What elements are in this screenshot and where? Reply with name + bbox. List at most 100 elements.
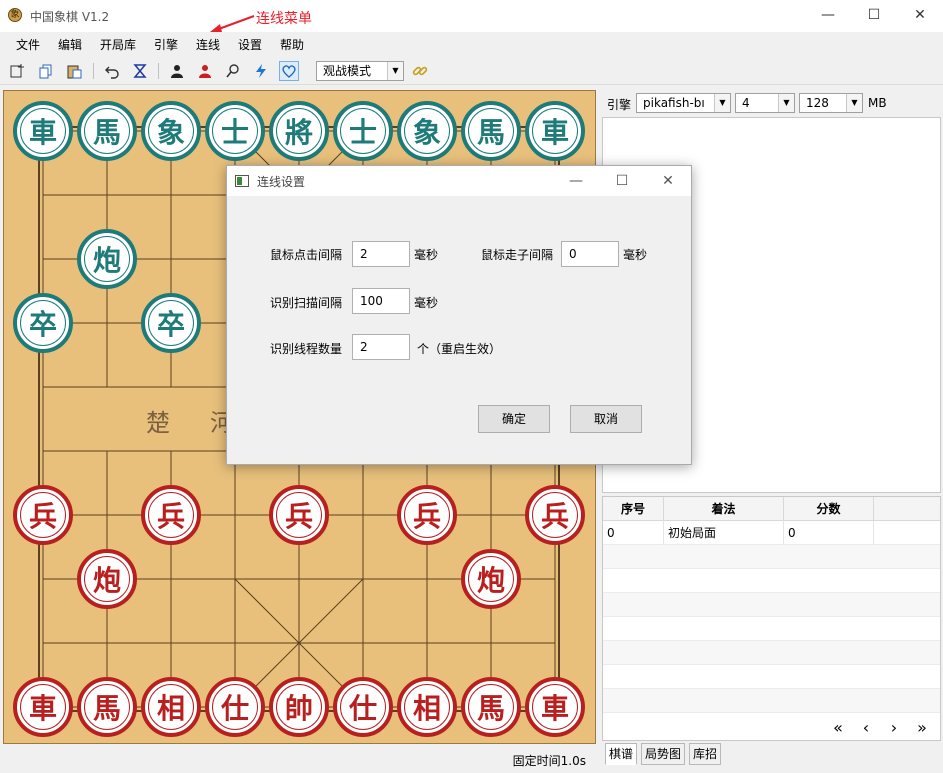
click-interval-input[interactable]: 2: [352, 241, 410, 267]
last-move-button[interactable]: »: [911, 719, 933, 737]
move-interval-input[interactable]: 0: [561, 241, 619, 267]
red-piece[interactable]: 相: [397, 677, 457, 737]
move-interval-unit: 毫秒: [623, 248, 648, 262]
piece-label: 相: [148, 684, 194, 730]
red-piece[interactable]: 仕: [205, 677, 265, 737]
red-piece[interactable]: 炮: [77, 549, 137, 609]
threads-count-input[interactable]: 2: [352, 334, 410, 360]
dialog-maximize-button[interactable]: ☐: [599, 166, 645, 196]
minimize-button[interactable]: —: [805, 0, 851, 30]
black-piece[interactable]: 馬: [461, 101, 521, 161]
red-piece[interactable]: 炮: [461, 549, 521, 609]
tab-book-moves[interactable]: 库招: [689, 743, 722, 765]
heart-icon[interactable]: [279, 61, 299, 81]
engine-select[interactable]: pikafish-bı ▼: [636, 93, 731, 113]
red-piece[interactable]: 兵: [13, 485, 73, 545]
piece-label: 相: [404, 684, 450, 730]
red-piece[interactable]: 帥: [269, 677, 329, 737]
row-move: 初始局面: [664, 521, 784, 545]
black-piece[interactable]: 車: [525, 101, 585, 161]
mode-select[interactable]: 观战模式 ▼: [316, 61, 404, 81]
new-icon[interactable]: [7, 61, 27, 81]
empty-row: [603, 569, 940, 593]
red-piece[interactable]: 兵: [269, 485, 329, 545]
black-piece[interactable]: 卒: [13, 293, 73, 353]
table-row[interactable]: 0 初始局面 0: [603, 521, 940, 545]
tab-record[interactable]: 棋谱: [605, 743, 638, 765]
red-piece[interactable]: 相: [141, 677, 201, 737]
move-table[interactable]: 序号 着法 分数 0 初始局面 0: [602, 496, 941, 741]
threads-count-unit: 个（重启生效）: [417, 342, 502, 356]
menu-help[interactable]: 帮助: [280, 36, 304, 53]
empty-row: [603, 665, 940, 689]
dialog-title-bar: 连线设置 — ☐ ✕: [227, 166, 691, 196]
toolbar-divider: [158, 63, 159, 79]
menu-bar: 文件 编辑 开局库 引擎 连线 设置 帮助: [0, 32, 943, 56]
column-header-index[interactable]: 序号: [603, 497, 664, 521]
window-title: 中国象棋 V1.2: [30, 10, 110, 24]
first-move-button[interactable]: «: [827, 719, 849, 737]
red-piece[interactable]: 馬: [77, 677, 137, 737]
red-piece[interactable]: 兵: [525, 485, 585, 545]
cancel-button[interactable]: 取消: [570, 405, 642, 433]
red-piece[interactable]: 兵: [397, 485, 457, 545]
menu-edit[interactable]: 编辑: [58, 36, 82, 53]
red-piece[interactable]: 馬: [461, 677, 521, 737]
menu-opening-book[interactable]: 开局库: [100, 36, 136, 53]
scan-interval-input[interactable]: 100: [352, 288, 410, 314]
menu-engine[interactable]: 引擎: [154, 36, 178, 53]
threads-select[interactable]: 4 ▼: [735, 93, 795, 113]
red-piece[interactable]: 仕: [333, 677, 393, 737]
black-piece[interactable]: 炮: [77, 229, 137, 289]
black-piece[interactable]: 卒: [141, 293, 201, 353]
column-header-move[interactable]: 着法: [664, 497, 784, 521]
dialog-close-button[interactable]: ✕: [645, 166, 691, 196]
river-left-text: 楚: [146, 409, 170, 437]
black-piece[interactable]: 車: [13, 101, 73, 161]
black-piece[interactable]: 象: [141, 101, 201, 161]
prev-move-button[interactable]: ‹: [855, 719, 877, 737]
dialog-minimize-button[interactable]: —: [553, 166, 599, 196]
close-button[interactable]: ✕: [897, 0, 943, 30]
search-icon[interactable]: [223, 61, 243, 81]
piece-label: 炮: [84, 556, 130, 602]
hourglass-icon[interactable]: [130, 61, 150, 81]
engine-settings-row: 引擎 pikafish-bı ▼ 4 ▼ 128 ▼ MB: [601, 91, 943, 115]
hash-select[interactable]: 128 ▼: [799, 93, 863, 113]
column-header-score[interactable]: 分数: [784, 497, 874, 521]
red-piece[interactable]: 兵: [141, 485, 201, 545]
copy-icon[interactable]: [36, 61, 56, 81]
black-piece[interactable]: 將: [269, 101, 329, 161]
black-piece[interactable]: 馬: [77, 101, 137, 161]
red-piece[interactable]: 車: [525, 677, 585, 737]
next-move-button[interactable]: ›: [883, 719, 905, 737]
link-icon[interactable]: [410, 61, 430, 81]
menu-settings[interactable]: 设置: [238, 36, 262, 53]
toolbar-divider: [93, 63, 94, 79]
tab-situation-chart[interactable]: 局势图: [641, 743, 686, 765]
red-piece[interactable]: 車: [13, 677, 73, 737]
black-player-icon[interactable]: [167, 61, 187, 81]
black-piece[interactable]: 士: [205, 101, 265, 161]
paste-icon[interactable]: [64, 61, 84, 81]
piece-label: 兵: [276, 492, 322, 538]
title-bar: 象 中国象棋 V1.2 连线菜单 — ☐ ✕: [0, 0, 943, 32]
menu-connect[interactable]: 连线: [196, 36, 220, 53]
piece-label: 馬: [468, 684, 514, 730]
piece-label: 仕: [340, 684, 386, 730]
threads-select-value: 4: [742, 96, 750, 110]
lightning-icon[interactable]: [251, 61, 271, 81]
empty-row: [603, 689, 940, 713]
click-interval-unit: 毫秒: [414, 248, 439, 262]
scan-interval-unit: 毫秒: [414, 296, 439, 310]
menu-file[interactable]: 文件: [16, 36, 40, 53]
black-piece[interactable]: 士: [333, 101, 393, 161]
dialog-window-icon: [235, 175, 249, 187]
row-score: 0: [784, 521, 874, 545]
red-player-icon[interactable]: [195, 61, 215, 81]
piece-label: 將: [276, 108, 322, 154]
maximize-button[interactable]: ☐: [851, 0, 897, 30]
undo-icon[interactable]: [102, 61, 122, 81]
black-piece[interactable]: 象: [397, 101, 457, 161]
ok-button[interactable]: 确定: [478, 405, 550, 433]
